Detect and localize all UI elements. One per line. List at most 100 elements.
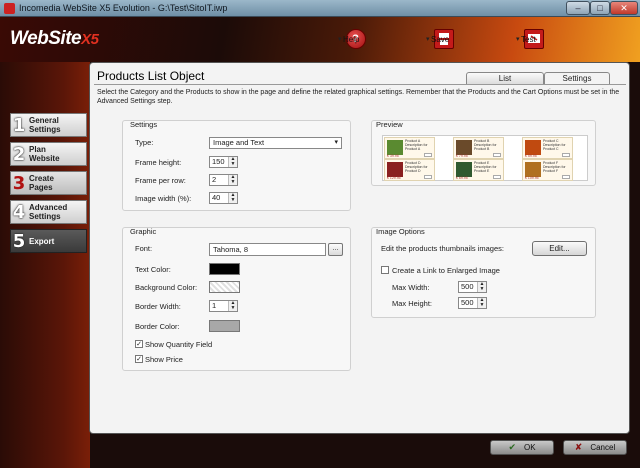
help-dropdown-icon[interactable]: ▾ xyxy=(338,35,342,43)
settings-group: Settings Type: Image and Text ▾ Frame he… xyxy=(122,120,351,211)
preview-product: Product C Description for Product C € 59.… xyxy=(522,137,573,159)
product-price: € 59.95 xyxy=(525,154,537,158)
step-label: General Settings xyxy=(29,116,61,134)
image-options-group: Image Options Edit the products thumbnai… xyxy=(371,227,596,318)
settings-group-title: Settings xyxy=(130,120,158,129)
max-height-value: 500 xyxy=(461,298,474,307)
spin-arrows-icon[interactable]: ▲ ▼ xyxy=(228,175,237,185)
preview-product: Product A Description for Product A € 39.… xyxy=(384,137,435,159)
window-title: Incomedia WebSite X5 Evolution - G:\Test… xyxy=(19,3,228,13)
preview-product: Product E Description for Product E € 69.… xyxy=(453,159,504,181)
max-height-label: Max Height: xyxy=(392,299,433,308)
product-price: € 39.95 xyxy=(387,154,399,158)
font-browse-button[interactable]: ... xyxy=(328,243,343,256)
divider xyxy=(94,84,626,85)
create-link-label[interactable]: Create a Link to Enlarged Image xyxy=(392,266,500,275)
product-thumbnail xyxy=(456,162,472,177)
step-label: Advanced Settings xyxy=(29,203,68,221)
border-color-swatch[interactable] xyxy=(209,320,240,332)
save-label[interactable]: Save xyxy=(431,35,449,44)
app-logo: WebSiteX5 xyxy=(10,28,99,50)
product-text: Product D Description for Product D xyxy=(405,161,428,173)
step-number: 3 xyxy=(12,172,26,194)
border-color-label: Border Color: xyxy=(135,322,180,331)
step-label: Create Pages xyxy=(29,174,54,192)
show-quantity-checkbox[interactable]: ✓ xyxy=(135,340,143,348)
title-bar: Incomedia WebSite X5 Evolution - G:\Test… xyxy=(0,0,640,17)
frame-per-row-label: Frame per row: xyxy=(135,176,186,185)
cancel-button[interactable]: ✘ Cancel xyxy=(563,440,627,455)
close-button[interactable]: ✕ xyxy=(610,1,638,15)
product-price: € 79.95 xyxy=(456,154,468,158)
step-export[interactable]: 5 Export xyxy=(10,229,87,253)
product-text: Product E Description for Product E xyxy=(474,161,497,173)
app-header: WebSiteX5 ▾ ? Help ▾ Save ▾ Test xyxy=(0,17,640,62)
create-link-checkbox[interactable] xyxy=(381,266,389,274)
save-dropdown-icon[interactable]: ▾ xyxy=(426,35,430,43)
quantity-field xyxy=(493,175,501,179)
step-create-pages[interactable]: 3 Create Pages xyxy=(10,171,87,195)
step-number: 1 xyxy=(12,114,26,136)
step-number: 2 xyxy=(12,143,26,165)
max-width-value: 500 xyxy=(461,282,474,291)
chevron-down-icon[interactable]: ▾ xyxy=(334,138,338,148)
spin-arrows-icon[interactable]: ▲ ▼ xyxy=(228,157,237,167)
test-label[interactable]: Test xyxy=(521,35,536,44)
help-label[interactable]: Help xyxy=(343,35,359,44)
image-width-value: 40 xyxy=(212,193,221,202)
maximize-button[interactable]: □ xyxy=(590,1,610,15)
save-tool[interactable]: ▾ Save xyxy=(426,27,454,51)
frame-height-stepper[interactable]: 150 ▲ ▼ xyxy=(209,156,238,168)
app-icon xyxy=(4,3,15,14)
frame-height-label: Frame height: xyxy=(135,158,182,167)
product-thumbnail xyxy=(387,162,403,177)
preview-group-title: Preview xyxy=(376,120,403,129)
product-thumbnail xyxy=(387,140,403,155)
quantity-field xyxy=(493,153,501,157)
show-price-label[interactable]: Show Price xyxy=(145,355,183,364)
step-label: Plan Website xyxy=(29,145,60,163)
background-color-label: Background Color: xyxy=(135,283,198,292)
check-icon: ✔ xyxy=(508,442,516,452)
image-width-stepper[interactable]: 40 ▲ ▼ xyxy=(209,192,238,204)
ok-button[interactable]: ✔ OK xyxy=(490,440,554,455)
step-plan-website[interactable]: 2 Plan Website xyxy=(10,142,87,166)
minimize-button[interactable]: ‒ xyxy=(566,1,590,15)
product-thumbnail xyxy=(456,140,472,155)
product-text: Product C Description for Product C xyxy=(543,139,566,151)
show-quantity-label[interactable]: Show Quantity Field xyxy=(145,340,212,349)
quantity-field xyxy=(424,153,432,157)
show-price-checkbox[interactable]: ✓ xyxy=(135,355,143,363)
cross-icon: ✘ xyxy=(574,442,583,452)
step-advanced-settings[interactable]: 4 Advanced Settings xyxy=(10,200,87,224)
main-panel: Products List Object List Settings Selec… xyxy=(89,62,630,434)
border-width-label: Border Width: xyxy=(135,302,181,311)
spin-arrows-icon[interactable]: ▲ ▼ xyxy=(228,193,237,203)
frame-per-row-stepper[interactable]: 2 ▲ ▼ xyxy=(209,174,238,186)
type-label: Type: xyxy=(135,138,154,147)
spin-arrows-icon[interactable]: ▲ ▼ xyxy=(228,301,237,311)
edit-thumbnails-button[interactable]: Edit... xyxy=(532,241,587,256)
image-options-group-title: Image Options xyxy=(376,227,425,236)
test-tool[interactable]: ▾ Test xyxy=(516,27,544,51)
help-tool[interactable]: ▾ ? Help xyxy=(338,27,366,51)
border-width-stepper[interactable]: 1 ▲ ▼ xyxy=(209,300,238,312)
type-select[interactable]: Image and Text ▾ xyxy=(209,137,342,149)
test-dropdown-icon[interactable]: ▾ xyxy=(516,35,520,43)
step-number: 5 xyxy=(12,230,26,252)
background-color-swatch[interactable] xyxy=(209,281,240,293)
text-color-swatch[interactable] xyxy=(209,263,240,275)
product-text: Product F Description for Product F xyxy=(543,161,566,173)
preview-product: Product D Description for Product D € 129… xyxy=(384,159,435,181)
max-height-stepper[interactable]: 500 ▲ ▼ xyxy=(458,297,487,309)
max-width-stepper[interactable]: 500 ▲ ▼ xyxy=(458,281,487,293)
spin-arrows-icon[interactable]: ▲ ▼ xyxy=(477,298,486,308)
product-text: Product A Description for Product A xyxy=(405,139,428,151)
spin-arrows-icon[interactable]: ▲ ▼ xyxy=(477,282,486,292)
tab-list[interactable]: List xyxy=(466,72,544,84)
type-value: Image and Text xyxy=(213,138,265,147)
font-field[interactable]: Tahoma, 8 xyxy=(209,243,326,256)
page-description: Select the Category and the Products to … xyxy=(97,89,620,105)
preview-product: Product F Description for Product F € 109… xyxy=(522,159,573,181)
step-general-settings[interactable]: 1 General Settings xyxy=(10,113,87,137)
